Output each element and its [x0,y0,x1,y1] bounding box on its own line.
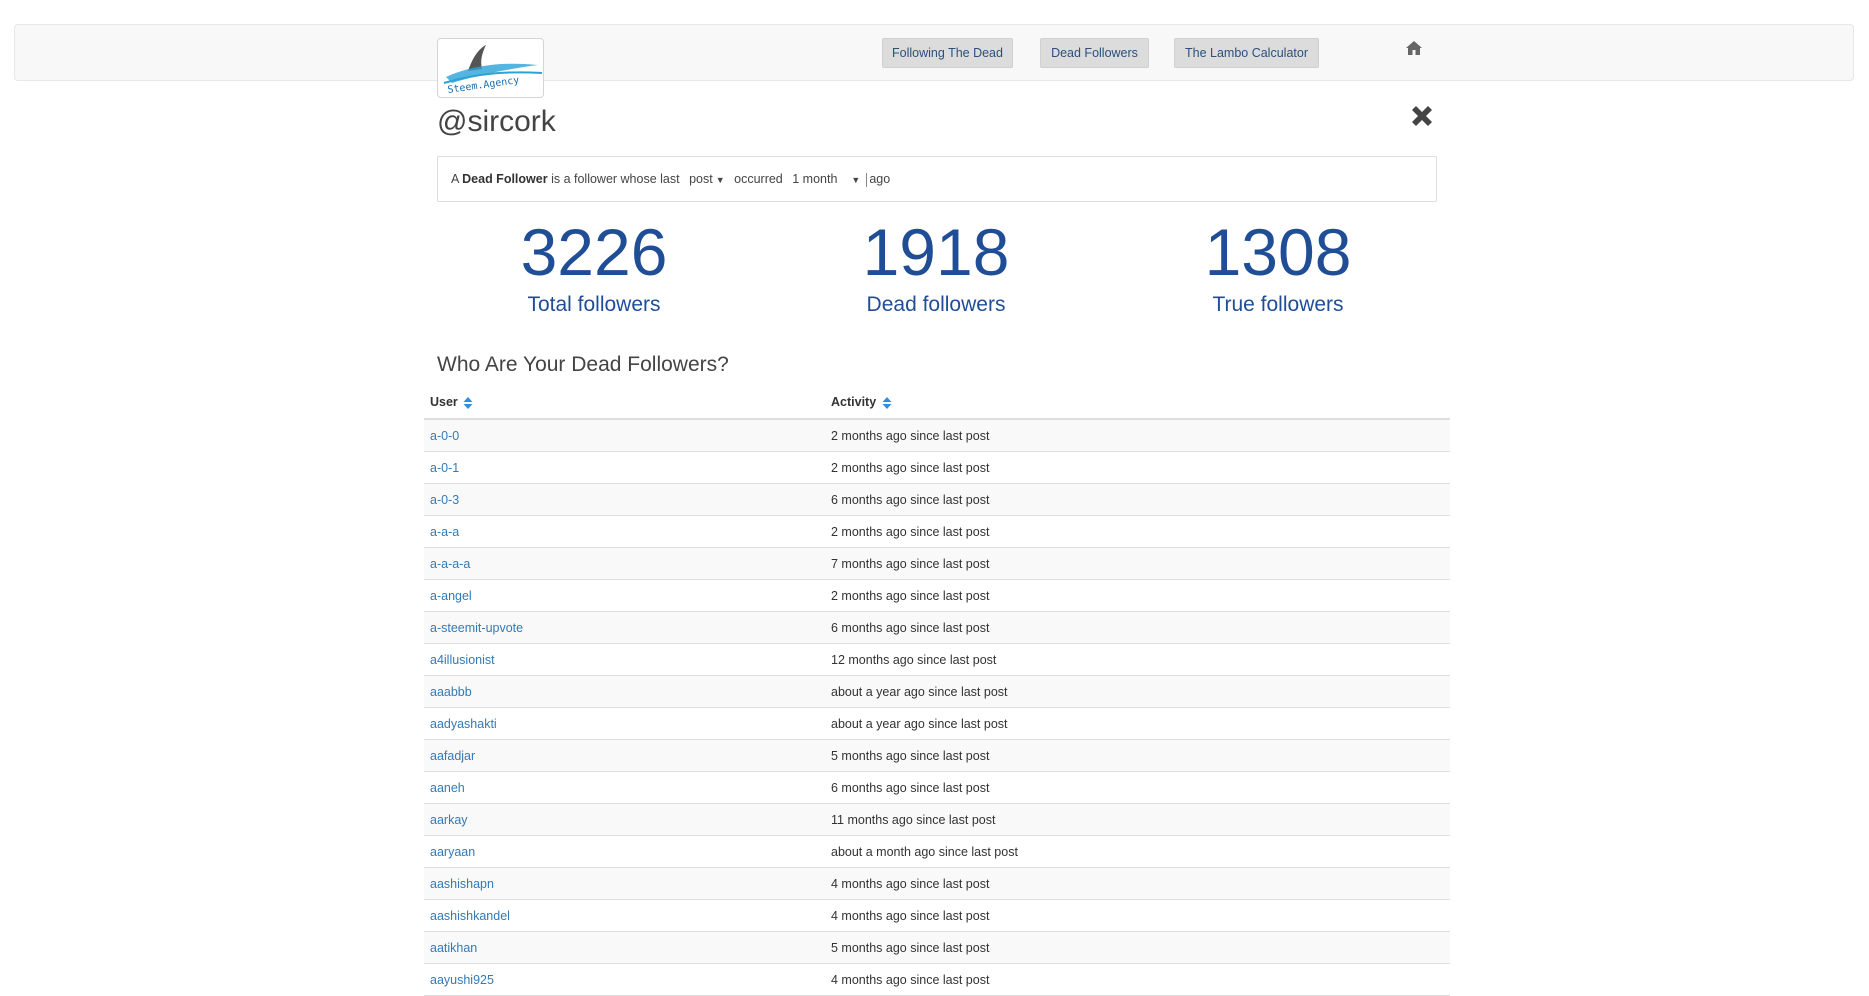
user-link[interactable]: a-a-a [430,525,459,539]
table-row: a-steemit-upvote 6 months ago since last … [424,612,1450,644]
activity-text: about a year ago since last post [831,717,1008,731]
caret-down-icon: ▼ [851,175,861,185]
table-row: aaryaan about a month ago since last post [424,836,1450,868]
section-title: Who Are Your Dead Followers? [437,353,729,376]
table-row: a-0-1 2 months ago since last post [424,452,1450,484]
activity-text: 4 months ago since last post [831,909,990,923]
table-row: aadyashakti about a year ago since last p… [424,708,1450,740]
table-header: User Activity [424,385,1450,420]
period-select[interactable]: 1 month ▼ [792,157,860,202]
activity-text: 2 months ago since last post [831,525,990,539]
stat-label: Total followers [527,293,661,316]
stat-value: 1918 [862,215,1010,289]
user-link[interactable]: aashishapn [430,877,494,891]
activity-text: about a month ago since last post [831,845,1018,859]
stat-dead-followers: 1918 Dead followers [776,212,1096,318]
column-header-label: User [430,395,458,409]
stat-label: Dead followers [866,293,1006,316]
table-row: aarkay 11 months ago since last post [424,804,1450,836]
activity-type-value: post [689,172,713,186]
stat-label: True followers [1212,293,1344,316]
table-row: aashishkandel 4 months ago since last pos… [424,900,1450,932]
close-icon[interactable] [1406,100,1438,132]
column-header-label: Activity [831,395,877,409]
sort-icon[interactable] [463,396,473,410]
user-link[interactable]: a-0-1 [430,461,459,475]
user-link[interactable]: a-0-3 [430,493,459,507]
dead-followers-table: User Activity a-0-0 2 months ago since la… [424,385,1450,996]
table-row: aaabbb about a year ago since last post [424,676,1450,708]
stat-true-followers: 1308 True followers [1118,212,1438,318]
table-row: aatikhan 5 months ago since last post [424,932,1450,964]
table-row: aayushi925 4 months ago since last post [424,964,1450,996]
profile-username: @sircork [437,105,556,138]
column-header-user[interactable]: User [430,395,473,410]
definition-term: Dead Follower [462,172,548,186]
caret-down-icon: ▼ [715,175,725,185]
user-link[interactable]: aaneh [430,781,465,795]
table-row: aaneh 6 months ago since last post [424,772,1450,804]
dead-follower-definition: A Dead Follower is a follower whose last… [437,156,1437,202]
activity-text: 6 months ago since last post [831,781,990,795]
user-link[interactable]: aarkay [430,813,468,827]
stat-total-followers: 3226 Total followers [434,212,754,318]
activity-text: 6 months ago since last post [831,621,990,635]
table-row: a4illusionist 12 months ago since last po… [424,644,1450,676]
activity-text: 4 months ago since last post [831,973,990,987]
table-row: a-angel 2 months ago since last post [424,580,1450,612]
home-icon[interactable] [1405,39,1423,57]
table-row: a-0-0 2 months ago since last post [424,420,1450,452]
activity-text: 7 months ago since last post [831,557,990,571]
activity-text: 5 months ago since last post [831,941,990,955]
table-row: aafadjar 5 months ago since last post [424,740,1450,772]
user-link[interactable]: a-0-0 [430,429,459,443]
table-row: aashishapn 4 months ago since last post [424,868,1450,900]
steem-agency-logo[interactable]: Steem.Agency [437,38,544,98]
user-link[interactable]: aadyashakti [430,717,497,731]
user-link[interactable]: aashishkandel [430,909,510,923]
table-row: a-0-3 6 months ago since last post [424,484,1450,516]
definition-suffix: ago [869,172,891,186]
activity-text: 2 months ago since last post [831,461,990,475]
period-value: 1 month [792,172,838,186]
user-link[interactable]: aaryaan [430,845,475,859]
nav-lambo-calculator-button[interactable]: The Lambo Calculator [1174,38,1319,68]
user-link[interactable]: a4illusionist [430,653,495,667]
user-link[interactable]: a-angel [430,589,472,603]
activity-text: 2 months ago since last post [831,429,990,443]
activity-text: 5 months ago since last post [831,749,990,763]
definition-prefix: A [451,172,459,186]
activity-type-select[interactable]: post ▼ [689,157,725,202]
activity-text: 4 months ago since last post [831,877,990,891]
stat-value: 3226 [520,215,668,289]
nav-dead-followers-button[interactable]: Dead Followers [1040,38,1149,68]
activity-text: 6 months ago since last post [831,493,990,507]
definition-middle: is a follower whose last [551,172,680,186]
table-row: a-a-a 2 months ago since last post [424,516,1450,548]
activity-text: 2 months ago since last post [831,589,990,603]
divider [866,172,868,187]
user-link[interactable]: aatikhan [430,941,477,955]
activity-text: 11 months ago since last post [831,813,996,827]
user-link[interactable]: a-steemit-upvote [430,621,523,635]
definition-occurred: occurred [734,172,783,186]
user-link[interactable]: aafadjar [430,749,475,763]
table-body: a-0-0 2 months ago since last post a-0-1 2 … [424,420,1450,996]
user-link[interactable]: aaabbb [430,685,472,699]
stat-value: 1308 [1204,215,1352,289]
activity-text: about a year ago since last post [831,685,1008,699]
sort-icon[interactable] [882,396,892,410]
column-header-activity[interactable]: Activity [831,395,892,410]
user-link[interactable]: aayushi925 [430,973,494,987]
table-row: a-a-a-a 7 months ago since last post [424,548,1450,580]
nav-following-the-dead-button[interactable]: Following The Dead [882,38,1013,68]
activity-text: 12 months ago since last post [831,653,997,667]
user-link[interactable]: a-a-a-a [430,557,470,571]
